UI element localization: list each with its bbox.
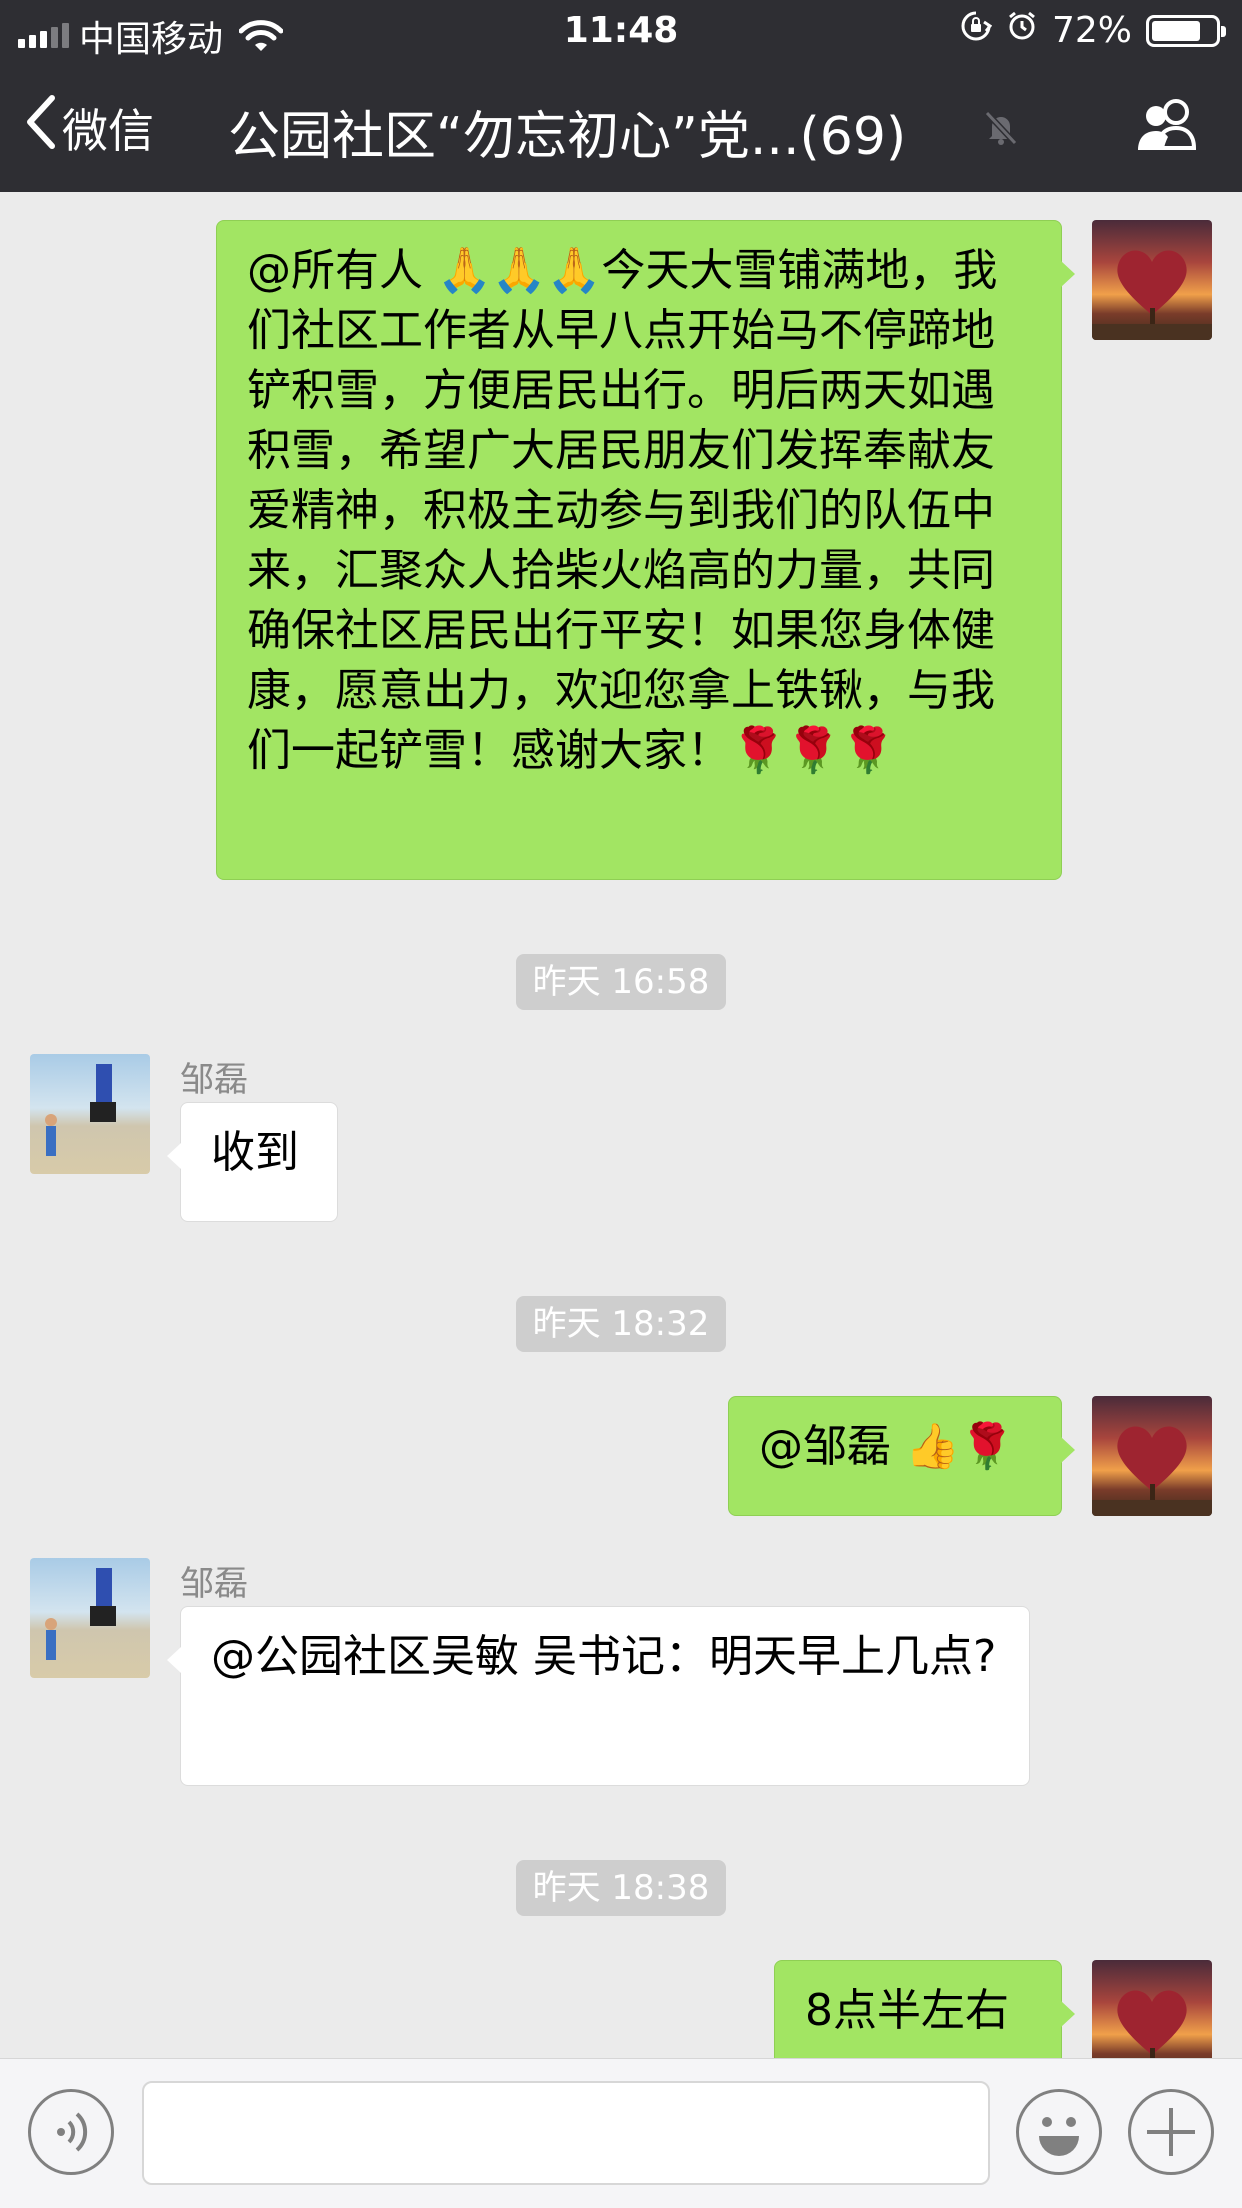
message-input[interactable] (142, 2081, 990, 2185)
group-info-button[interactable] (1132, 96, 1202, 160)
timestamp: 昨天 18:38 (516, 1860, 726, 1916)
input-bar (0, 2058, 1242, 2208)
my-avatar[interactable] (1092, 220, 1212, 340)
battery-icon (1146, 14, 1226, 47)
chat-title: 公园社区“勿忘初心”党...(69) (228, 107, 907, 167)
emoji-icon (1019, 2117, 1099, 2176)
group-members-icon (1132, 99, 1202, 160)
alarm-icon (1006, 10, 1038, 51)
chevron-left-icon (26, 94, 56, 161)
status-bar: 中国移动 11:48 72% (0, 0, 1242, 60)
message-bubble[interactable]: @邹磊 👍🌹 (728, 1396, 1075, 1516)
timestamp: 昨天 18:32 (516, 1296, 726, 1352)
contact-avatar[interactable] (30, 1054, 150, 1174)
voice-icon (31, 2112, 111, 2176)
back-label: 微信 (62, 103, 154, 158)
message-bubble[interactable]: @公园社区吴敏 吴书记：明天早上几点? (167, 1606, 1030, 1786)
bell-mute-icon (984, 110, 1018, 150)
rotation-lock-icon (960, 10, 993, 51)
voice-button[interactable] (28, 2089, 114, 2175)
timestamp: 昨天 16:58 (516, 954, 726, 1010)
emoji-button[interactable] (1016, 2089, 1102, 2175)
sender-name: 邹磊 (180, 1564, 248, 1604)
my-avatar[interactable] (1092, 1396, 1212, 1516)
contact-avatar[interactable] (30, 1558, 150, 1678)
plus-icon (1131, 2108, 1211, 2176)
navigation-bar: 微信 公园社区“勿忘初心”党...(69) (0, 64, 1242, 192)
battery-percent: 72% (1051, 10, 1132, 51)
back-button[interactable]: 微信 (26, 94, 154, 161)
sender-name: 邹磊 (180, 1060, 248, 1100)
top-bar: 中国移动 11:48 72% 微信 公园社区“勿忘初心”党...(69) (0, 0, 1242, 192)
message-bubble[interactable]: @所有人 🙏🙏🙏今天大雪铺满地，我们社区工作者从早八点开始马不停蹄地铲积雪，方便… (216, 220, 1075, 880)
more-button[interactable] (1128, 2089, 1214, 2175)
message-bubble[interactable]: 收到 (167, 1102, 338, 1222)
